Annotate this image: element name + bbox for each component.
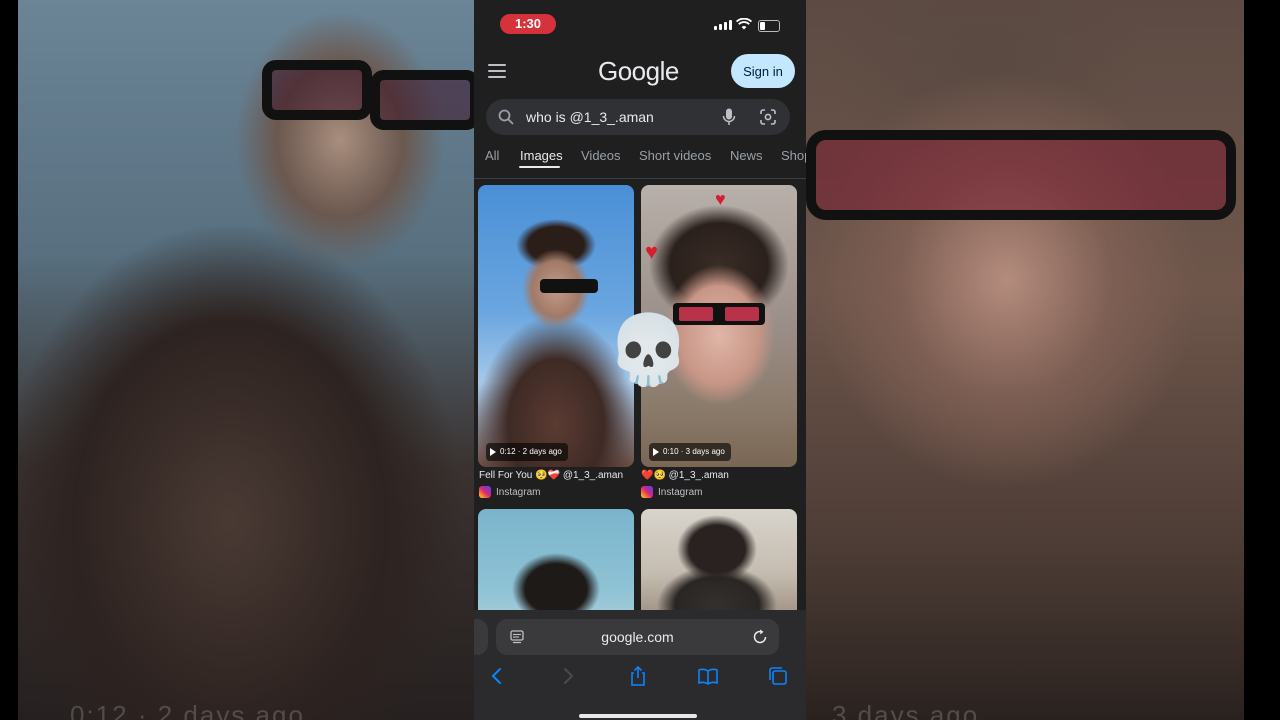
result-source-2[interactable]: Instagram — [641, 486, 702, 498]
play-icon — [490, 448, 496, 456]
tab-short-videos[interactable]: Short videos — [639, 148, 711, 163]
battery-icon — [758, 20, 780, 32]
result-title-1[interactable]: Fell For You 🥺❤️‍🩹 @1_3_.aman — [479, 470, 623, 481]
background-sunglasses-right-big — [806, 130, 1236, 220]
right-edge — [1244, 0, 1280, 720]
heart-icon: ♥ — [645, 239, 659, 264]
address-bar[interactable]: google.com — [496, 619, 779, 655]
background-sunglasses-left — [262, 60, 372, 120]
google-header: Google Sign in — [474, 50, 806, 92]
google-logo: Google — [598, 56, 679, 86]
tab-images[interactable]: Images — [520, 148, 563, 163]
background-caption-right: 3 days ago — [832, 700, 980, 720]
skull-emoji-overlay: 💀 — [606, 312, 691, 388]
result-title-2[interactable]: ❤️🥺 @1_3_.aman — [641, 470, 729, 481]
home-indicator[interactable] — [579, 714, 697, 718]
active-tab-indicator — [519, 166, 560, 168]
phone-screen: 1:30 Google Sign in who is @1_3_.aman Al… — [474, 0, 806, 720]
tab-all[interactable]: All — [485, 148, 499, 163]
signal-icon — [714, 20, 732, 30]
sunglasses-graphic — [540, 279, 598, 293]
url-text[interactable]: google.com — [496, 629, 779, 645]
status-time: 1:30 — [500, 14, 556, 34]
background-right: 3 days ago — [806, 0, 1280, 720]
sign-in-button[interactable]: Sign in — [731, 54, 795, 88]
left-edge — [0, 0, 18, 720]
instagram-icon — [479, 486, 491, 498]
instagram-icon — [641, 486, 653, 498]
tab-news[interactable]: News — [730, 148, 763, 163]
menu-icon[interactable] — [488, 64, 506, 82]
browser-bottom-bar: google.com — [474, 610, 806, 720]
forward-icon[interactable] — [557, 665, 579, 687]
search-icon — [498, 109, 514, 125]
video-duration-badge: 0:12 · 2 days ago — [486, 443, 568, 461]
share-icon[interactable] — [627, 665, 649, 687]
result-source-1[interactable]: Instagram — [479, 486, 540, 498]
lens-icon[interactable] — [760, 109, 776, 125]
background-sunglasses-right — [370, 70, 474, 130]
tab-videos[interactable]: Videos — [581, 148, 621, 163]
search-query[interactable]: who is @1_3_.aman — [526, 109, 654, 125]
wifi-icon — [736, 18, 752, 30]
play-icon — [653, 448, 659, 456]
duration-text: 0:10 · 3 days ago — [663, 447, 725, 456]
background-caption-left: 0:12 · 2 days ago — [70, 700, 305, 720]
mic-icon[interactable] — [722, 108, 736, 126]
reload-icon[interactable] — [752, 629, 768, 645]
search-bar[interactable]: who is @1_3_.aman — [486, 99, 790, 135]
background-left: 0:12 · 2 days ago — [0, 0, 474, 720]
back-icon[interactable] — [486, 665, 508, 687]
tabs-icon[interactable] — [767, 665, 789, 687]
tab-shop[interactable]: Shop — [781, 148, 806, 163]
duration-text: 0:12 · 2 days ago — [500, 447, 562, 456]
heart-icon: ♥ — [715, 189, 726, 209]
bookmarks-icon[interactable] — [697, 665, 719, 687]
video-duration-badge: 0:10 · 3 days ago — [649, 443, 731, 461]
status-bar: 1:30 — [474, 0, 806, 46]
previous-tab-preview[interactable] — [474, 619, 488, 655]
search-tabs: All Images Videos Short videos News Shop — [474, 146, 806, 179]
